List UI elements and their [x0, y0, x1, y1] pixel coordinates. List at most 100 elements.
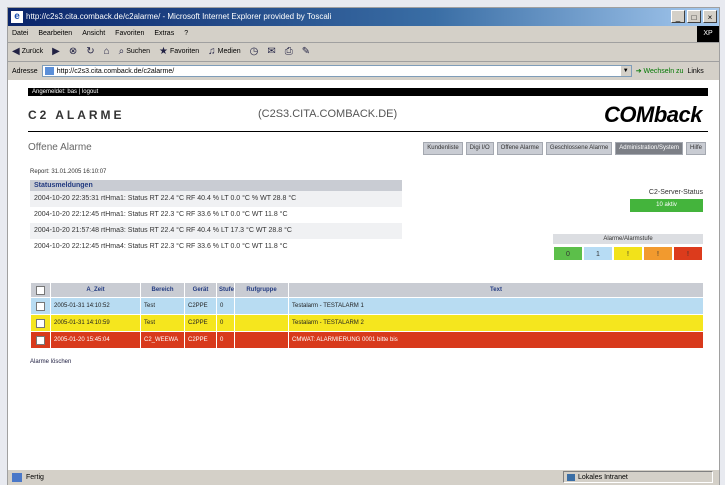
table-row[interactable]: 2005-01-20 15:45:04 C2_WEEWA C2PPE 0 CMW…: [30, 331, 704, 349]
col-geraet[interactable]: Gerät: [184, 282, 217, 298]
row-checkbox[interactable]: [36, 301, 45, 311]
address-dropdown-icon[interactable]: ▼: [620, 66, 631, 76]
alarm-classes: 0 1 ! ! !: [553, 246, 703, 261]
menu-favoriten[interactable]: Favoriten: [115, 26, 144, 42]
cell-text: CMWAT: ALARMIERUNG 0001 bitte bis: [288, 331, 704, 349]
address-bar: Adresse http://c2s3.cita.comback.de/c2al…: [8, 62, 719, 81]
alarm-table: A_Zeit Bereich Gerät Stufe Rufgruppe Tex…: [30, 282, 704, 349]
section-title: Offene Alarme: [28, 142, 92, 153]
minimize-button[interactable]: _: [671, 10, 685, 23]
refresh-button[interactable]: ↻: [86, 43, 94, 61]
media-button[interactable]: ♫ Medien: [208, 43, 240, 61]
cell-bereich: Test: [140, 297, 185, 315]
cell-a-zeit: 2005-01-31 14:10:52: [50, 297, 141, 315]
col-rufgruppe[interactable]: Rufgruppe: [234, 282, 289, 298]
back-button[interactable]: ◀ Zurück: [12, 43, 43, 61]
refresh-icon: ↻: [86, 46, 95, 57]
menu-extras[interactable]: Extras: [154, 26, 174, 42]
tab-administration[interactable]: Administration/System: [615, 142, 683, 155]
media-label: Medien: [217, 48, 241, 55]
home-button[interactable]: ⌂: [104, 43, 110, 61]
mail-icon: ✉: [267, 46, 276, 57]
alarm-class-4[interactable]: !: [673, 246, 703, 261]
ie-icon: e: [11, 11, 23, 23]
alarm-class-0[interactable]: 0: [553, 246, 583, 261]
media-icon: ♫: [208, 46, 216, 57]
menu-help[interactable]: ?: [184, 26, 188, 42]
nav-tabs: Kundenliste Digi I/O Offene Alarme Gesch…: [423, 142, 706, 155]
menu-bearbeiten[interactable]: Bearbeiten: [38, 26, 72, 42]
tab-hilfe[interactable]: Hilfe: [685, 142, 706, 155]
col-stufe[interactable]: Stufe: [216, 282, 235, 298]
page-status-icon: [12, 473, 22, 482]
alarm-class-3[interactable]: !: [643, 246, 673, 261]
browser-window: e http://c2s3.cita.comback.de/c2alarme/ …: [8, 8, 719, 485]
tab-offene-alarme[interactable]: Offene Alarme: [496, 142, 543, 155]
search-icon: ⌕: [118, 46, 125, 57]
cell-geraet: C2PPE: [184, 331, 217, 349]
close-button[interactable]: ×: [703, 10, 717, 23]
edit-button[interactable]: ✎: [302, 43, 310, 61]
tab-digi-io[interactable]: Digi I/O: [465, 142, 494, 155]
print-button[interactable]: ⎙: [285, 43, 293, 61]
col-text[interactable]: Text: [288, 282, 704, 298]
table-row[interactable]: 2005-01-31 14:10:52 Test C2PPE 0 Testala…: [30, 297, 704, 315]
status-messages: Statusmeldungen 2004-10-20 22:35:31 rtHm…: [30, 180, 402, 255]
select-all-cell[interactable]: [30, 282, 51, 298]
row-checkbox[interactable]: [36, 335, 45, 345]
col-bereich[interactable]: Bereich: [140, 282, 185, 298]
table-header-row: A_Zeit Bereich Gerät Stufe Rufgruppe Tex…: [30, 282, 704, 298]
maximize-button[interactable]: □: [687, 10, 701, 23]
stop-button[interactable]: ⊗: [69, 43, 77, 61]
favorites-label: Favoriten: [169, 48, 200, 55]
go-button[interactable]: ➔ Wechseln zu: [636, 67, 684, 75]
alarm-classes-label: Alarme/Alarmstufe: [553, 234, 703, 244]
forward-button[interactable]: ▶: [52, 43, 60, 61]
history-button[interactable]: ◷: [250, 43, 259, 61]
address-input[interactable]: http://c2s3.cita.comback.de/c2alarme/ ▼: [41, 65, 632, 77]
page-header: C2 ALARME (C2S3.CITA.COMBACK.DE) COMback: [28, 102, 708, 130]
tab-kundenliste[interactable]: Kundenliste: [423, 142, 463, 155]
cell-text: Testalarm - TESTALARM 1: [288, 297, 704, 315]
row-checkbox-cell[interactable]: [30, 297, 51, 315]
menu-ansicht[interactable]: Ansicht: [82, 26, 105, 42]
favorites-button[interactable]: ★ Favoriten: [159, 43, 199, 61]
comback-logo: COMback: [604, 102, 702, 127]
cell-bereich: Test: [140, 314, 185, 332]
tab-geschlossene-alarme[interactable]: Geschlossene Alarme: [545, 142, 613, 155]
menu-bar: Datei Bearbeiten Ansicht Favoriten Extra…: [8, 26, 719, 43]
history-icon: ◷: [249, 46, 259, 57]
intranet-icon: [567, 474, 575, 481]
server-status-badge: 10 aktiv: [630, 199, 703, 212]
col-a-zeit[interactable]: A_Zeit: [50, 282, 141, 298]
cell-rufgruppe: [234, 314, 289, 332]
cell-bereich: C2_WEEWA: [140, 331, 185, 349]
delete-alarms-link[interactable]: Alarme löschen: [30, 359, 71, 365]
status-bar: Fertig Lokales Intranet: [8, 469, 719, 485]
row-checkbox[interactable]: [36, 318, 45, 328]
title-bar[interactable]: e http://c2s3.cita.comback.de/c2alarme/ …: [8, 8, 719, 26]
menu-datei[interactable]: Datei: [12, 26, 28, 42]
table-row[interactable]: 2005-01-31 14:10:59 Test C2PPE 0 Testala…: [30, 314, 704, 332]
zone-label: Lokales Intranet: [578, 474, 628, 481]
alarm-class-2[interactable]: !: [613, 246, 643, 261]
user-bar[interactable]: Angemeldet: bas | logout: [28, 88, 708, 96]
search-button[interactable]: ⌕ Suchen: [119, 43, 150, 61]
windows-logo-icon: XP: [697, 26, 719, 42]
row-checkbox-cell[interactable]: [30, 314, 51, 332]
report-timestamp: Report: 31.01.2005 16:10:07: [30, 169, 107, 175]
cell-stufe: 0: [216, 297, 235, 315]
cell-rufgruppe: [234, 297, 289, 315]
window-controls: _ □ ×: [671, 10, 717, 23]
status-header: Statusmeldungen: [30, 180, 402, 191]
cell-geraet: C2PPE: [184, 314, 217, 332]
alarm-class-1[interactable]: 1: [583, 246, 613, 261]
row-checkbox-cell[interactable]: [30, 331, 51, 349]
status-row: 2004-10-20 22:12:45 rtHma1: Status RT 22…: [30, 207, 402, 223]
address-url: http://c2s3.cita.comback.de/c2alarme/: [56, 68, 175, 75]
select-all-checkbox[interactable]: [36, 285, 45, 295]
mail-button[interactable]: ✉: [267, 43, 275, 61]
cell-rufgruppe: [234, 331, 289, 349]
back-arrow-icon: ◀: [12, 46, 20, 57]
links-button[interactable]: Links: [687, 68, 703, 75]
